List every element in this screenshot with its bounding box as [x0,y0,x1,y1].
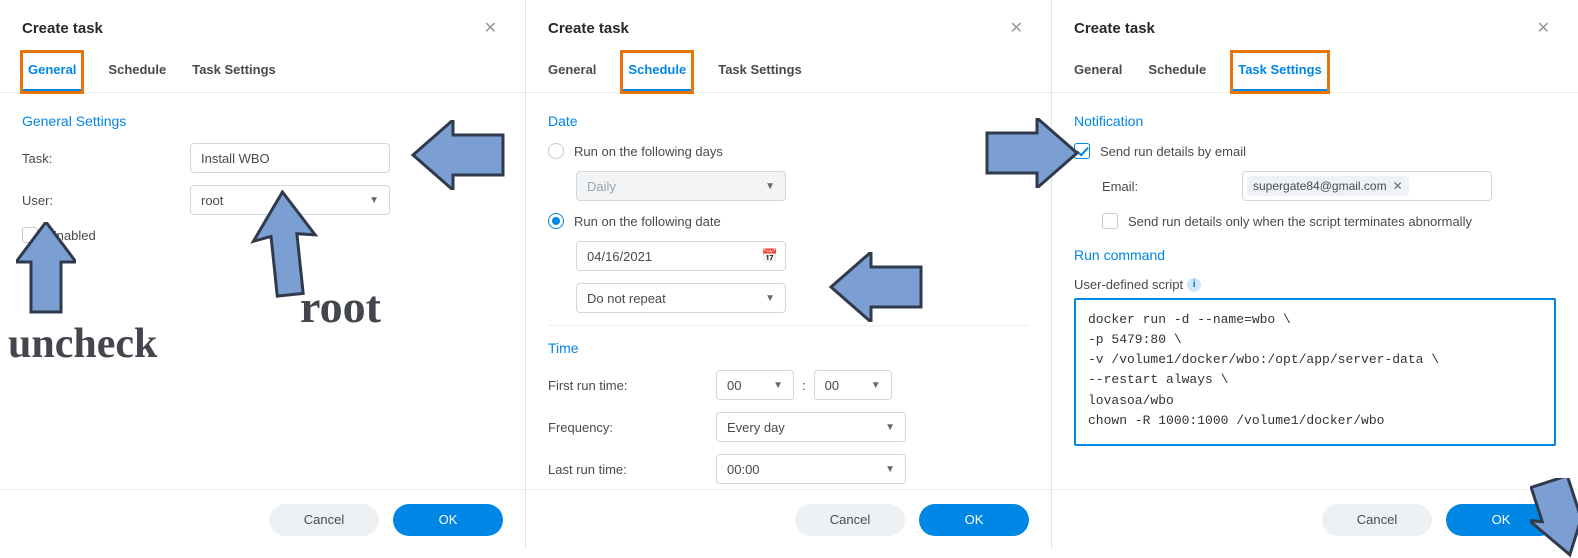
tab-general[interactable]: General [548,52,596,92]
chevron-down-icon: ▼ [871,380,881,391]
frequency-select[interactable]: Every day ▼ [716,412,906,442]
tab-settings[interactable]: Task Settings [718,52,802,92]
section-date: Date [548,113,1029,129]
section-time: Time [548,340,1029,356]
chevron-down-icon: ▼ [885,422,895,433]
close-icon[interactable]: ✕ [478,14,503,42]
repeat-select[interactable]: Do not repeat ▼ [576,283,786,313]
run-days-label: Run on the following days [574,144,723,159]
close-icon[interactable]: ✕ [1531,14,1556,42]
last-run-label: Last run time: [548,462,716,477]
script-textarea[interactable]: docker run -d --name=wbo \ -p 5479:80 \ … [1074,298,1556,446]
chevron-down-icon: ▼ [773,380,783,391]
tab-general[interactable]: General [22,52,82,92]
info-icon[interactable]: i [1187,278,1201,292]
ok-button[interactable]: OK [1446,504,1556,536]
days-select: Daily ▼ [576,171,786,201]
enabled-checkbox[interactable] [22,227,38,243]
dialog-title: Create task [548,20,629,37]
run-date-label: Run on the following date [574,214,721,229]
tab-settings[interactable]: Task Settings [192,52,276,92]
calendar-icon[interactable]: 📅 [762,248,778,264]
user-label: User: [22,193,190,208]
cancel-button[interactable]: Cancel [795,504,905,536]
email-input[interactable]: supergate84@gmail.com ✕ [1242,171,1492,201]
send-email-checkbox[interactable] [1074,143,1090,159]
run-date-radio[interactable] [548,213,564,229]
dialog-task-settings: Create task ✕ General Schedule Task Sett… [1052,0,1578,549]
tab-general[interactable]: General [1074,52,1122,92]
cancel-button[interactable]: Cancel [1322,504,1432,536]
task-label: Task: [22,151,190,166]
abnormal-only-checkbox[interactable] [1102,213,1118,229]
script-label: User-defined script [1074,277,1183,292]
dialog-general: Create task ✕ General Schedule Task Sett… [0,0,526,549]
section-run-command: Run command [1074,247,1556,263]
chevron-down-icon: ▼ [369,195,379,206]
chevron-down-icon: ▼ [885,464,895,475]
dialog-schedule: Create task ✕ General Schedule Task Sett… [526,0,1052,549]
dialog-title: Create task [1074,20,1155,37]
frequency-label: Frequency: [548,420,716,435]
ok-button[interactable]: OK [919,504,1029,536]
task-input[interactable]: Install WBO [190,143,390,173]
ok-button[interactable]: OK [393,504,503,536]
first-run-label: First run time: [548,378,716,393]
date-input[interactable]: 04/16/2021 📅 [576,241,786,271]
tab-settings[interactable]: Task Settings [1232,52,1328,92]
first-run-min-select[interactable]: 00▼ [814,370,892,400]
abnormal-only-label: Send run details only when the script te… [1128,214,1472,229]
tab-schedule[interactable]: Schedule [108,52,166,92]
email-label: Email: [1102,179,1242,194]
user-select[interactable]: root ▼ [190,185,390,215]
dialog-title: Create task [22,20,103,37]
close-icon[interactable]: ✕ [1004,14,1029,42]
tab-schedule[interactable]: Schedule [1148,52,1206,92]
run-days-radio[interactable] [548,143,564,159]
cancel-button[interactable]: Cancel [269,504,379,536]
section-notification: Notification [1074,113,1556,129]
enabled-label: Enabled [48,228,96,243]
first-run-hour-select[interactable]: 00▼ [716,370,794,400]
last-run-select[interactable]: 00:00 ▼ [716,454,906,484]
chevron-down-icon: ▼ [765,293,775,304]
send-email-label: Send run details by email [1100,144,1246,159]
tab-schedule[interactable]: Schedule [622,52,692,92]
email-chip: supergate84@gmail.com ✕ [1247,176,1409,196]
section-general-settings: General Settings [22,113,503,129]
chevron-down-icon: ▼ [765,181,775,192]
remove-chip-icon[interactable]: ✕ [1393,179,1403,193]
